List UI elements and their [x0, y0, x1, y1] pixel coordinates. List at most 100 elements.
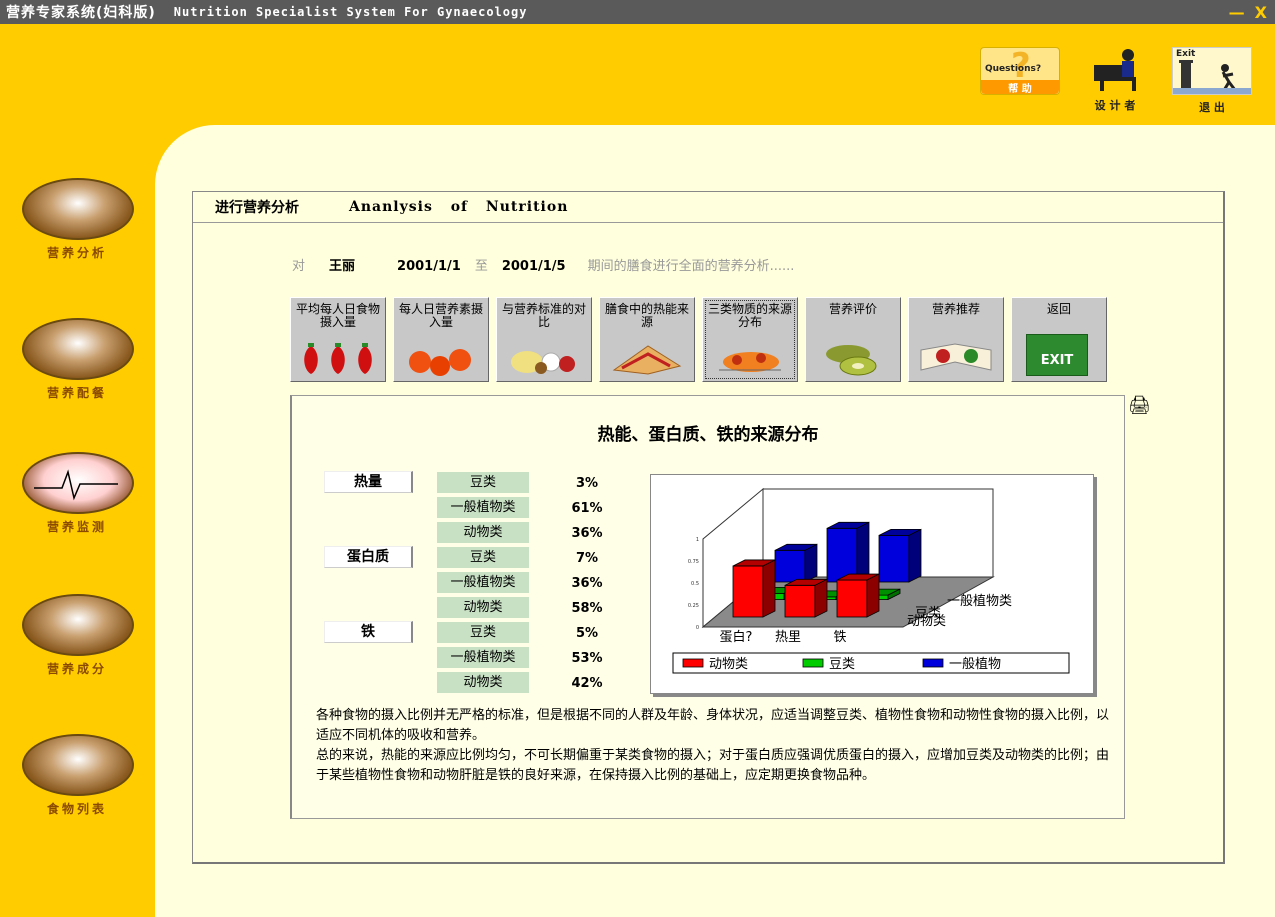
avg-daily-intake-button[interactable]: 平均每人日食物摄入量 — [290, 297, 386, 382]
analysis-info: 对 王丽 2001/1/1 至 2001/1/5 期间的膳食进行全面的营养分析.… — [292, 255, 794, 274]
bar-side — [762, 559, 776, 618]
end-date: 2001/1/5 — [501, 259, 566, 274]
source-cell: 动物类 — [437, 597, 529, 618]
category-label: 蛋白? — [720, 629, 753, 645]
description: 各种食物的摄入比例并无严格的标准，但是根据不同的人群及年龄、身体状况，应适当调整… — [316, 706, 1116, 786]
legend-swatch — [802, 658, 824, 668]
source-cell: 豆类 — [437, 472, 529, 493]
sidebar-item-nutrition-analysis[interactable]: 营养分析 — [22, 178, 134, 261]
percent-value: 36% — [571, 576, 603, 591]
category-label: 铁 — [833, 630, 846, 645]
bar-side — [908, 528, 922, 583]
function-toolbar: 平均每人日食物摄入量 每人日营养素摄入量 与营养标准的对比 膳食中的热能来源 三… — [290, 297, 1107, 382]
seafood-icon — [719, 352, 781, 372]
source-cell: 豆类 — [437, 622, 529, 643]
food-basket-icon — [22, 734, 134, 796]
source-distribution-button[interactable]: 三类物质的来源分布 — [702, 297, 798, 382]
close-button[interactable]: X — [1255, 3, 1267, 22]
app-title-cn: 营养专家系统(妇科版) — [6, 5, 156, 21]
legend-swatch — [922, 658, 944, 668]
frame-header: 进行营养分析 Ananlysis of Nutrition — [193, 192, 1223, 223]
y-tick-label: 0.25 — [688, 603, 699, 609]
exit-badge-icon: EXIT — [1026, 334, 1088, 376]
bar — [836, 579, 868, 618]
tomato-icon — [409, 349, 471, 376]
content-title: 热能、蛋白质、铁的来源分布 — [597, 425, 819, 445]
source-cell: 动物类 — [437, 672, 529, 693]
nutrition-evaluation-button[interactable]: 营养评价 — [805, 297, 901, 382]
panel-title-en: Ananlysis of Nutrition — [349, 199, 569, 215]
energy-source-button[interactable]: 膳食中的热能来源 — [599, 297, 695, 382]
nutrient-label-energy: 热量 — [324, 471, 413, 493]
depth-label: 动物类 — [907, 614, 946, 629]
exit-icon: Exit — [1172, 47, 1252, 95]
start-date: 2001/1/1 — [397, 259, 461, 274]
designer-button[interactable]: 设 计 者 — [1076, 47, 1154, 113]
designer-label: 设 计 者 — [1094, 99, 1136, 112]
y-tick-label: 0.5 — [691, 581, 699, 587]
source-cell: 豆类 — [437, 547, 529, 568]
percent-value: 61% — [571, 501, 603, 516]
nutrient-label-iron: 铁 — [324, 621, 413, 643]
microscope-doctor-icon — [22, 178, 134, 240]
source-distribution-chart: 1 0.75 0.5 0.25 0 蛋白? 热里铁豆类 一般植物类 动物类 动物类 豆类 一般植物 — [650, 474, 1094, 694]
title-bar: 营养专家系统(妇科版) Nutrition Specialist System … — [0, 0, 1275, 24]
percent-value: 53% — [571, 651, 603, 666]
bar — [774, 549, 806, 583]
result-content: 热能、蛋白质、铁的来源分布 热量 蛋白质 铁 豆类 一般植物类 动物类 豆类 一… — [290, 395, 1125, 819]
legend-label: 一般植物 — [949, 656, 1001, 672]
y-tick-label: 0.75 — [688, 559, 699, 565]
depth-label: 一般植物类 — [947, 593, 1012, 609]
legend-swatch — [682, 658, 704, 668]
legend-label: 豆类 — [829, 657, 855, 672]
bar — [878, 534, 910, 583]
bar-side — [814, 578, 828, 618]
description-paragraph: 各种食物的摄入比例并无严格的标准，但是根据不同的人群及年龄、身体状况，应适当调整… — [316, 708, 1110, 743]
y-tick-label: 1 — [696, 537, 699, 543]
daily-nutrient-intake-button[interactable]: 每人日营养素摄入量 — [393, 297, 489, 382]
return-button[interactable]: 返回 EXIT — [1011, 297, 1107, 382]
bar-side — [804, 543, 818, 583]
printer-icon[interactable]: 🖨 — [1128, 395, 1151, 416]
nutrient-label-protein: 蛋白质 — [324, 546, 413, 568]
designer-icon — [1076, 47, 1154, 93]
pastry-icon — [612, 345, 682, 375]
percent-value: 7% — [575, 551, 599, 566]
kiwi-icon — [826, 345, 877, 376]
percent-value: 36% — [571, 526, 603, 541]
bar-side — [856, 521, 870, 583]
source-cell: 动物类 — [437, 522, 529, 543]
standard-comparison-button[interactable]: 与营养标准的对比 — [496, 297, 592, 382]
exit-label: 退 出 — [1199, 101, 1225, 114]
patient-name: 王丽 — [329, 259, 356, 274]
meal-plate-icon — [22, 318, 134, 380]
food-box-icon — [22, 594, 134, 656]
percent-value: 58% — [571, 601, 603, 616]
percent-value: 5% — [575, 626, 599, 641]
bar-chart-3d: 10.750.50.250蛋白? 热里 铁豆类一般植物类动物类动物类 豆类 一般植物 — [672, 487, 1070, 674]
y-tick-label: 0 — [696, 625, 699, 631]
exit-button[interactable]: Exit 退 出 — [1172, 47, 1252, 115]
food-assortment-icon — [511, 351, 575, 374]
sidebar-item-meal-plan[interactable]: 营养配餐 — [22, 318, 134, 401]
panel-title-cn: 进行营养分析 — [215, 200, 299, 216]
bar-side — [866, 573, 880, 618]
bar — [784, 584, 816, 618]
strawberry-icon — [304, 343, 372, 374]
sidebar-item-composition[interactable]: 营养成分 — [22, 594, 134, 677]
source-cell: 一般植物类 — [437, 497, 529, 518]
percent-value: 42% — [571, 676, 603, 691]
heartbeat-monitor-icon — [22, 452, 134, 514]
category-label: 热里 — [775, 630, 801, 645]
sidebar-item-food-list[interactable]: 食物列表 — [22, 734, 134, 817]
nutrition-recommendation-button[interactable]: 营养推荐 — [908, 297, 1004, 382]
percent-value: 3% — [575, 476, 599, 491]
help-icon: ? Questions? 帮 助 — [980, 46, 1060, 95]
sidebar-item-monitoring[interactable]: 营养监测 — [22, 452, 134, 535]
description-paragraph: 总的来说，热能的来源应比例均匀，不可长期偏重于某类食物的摄入；对于蛋白质应强调优… — [316, 748, 1110, 783]
app-title-en: Nutrition Specialist System For Gynaecol… — [173, 5, 528, 19]
minimize-button[interactable]: — — [1229, 3, 1245, 22]
legend-label: 动物类 — [709, 657, 748, 672]
book-food-icon — [920, 343, 992, 371]
help-button[interactable]: ? Questions? 帮 助 — [980, 46, 1060, 99]
